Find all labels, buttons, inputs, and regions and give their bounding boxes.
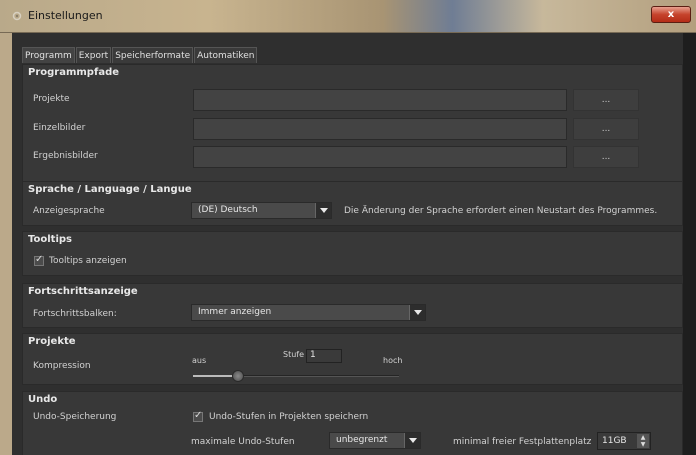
label-einzelbilder: Einzelbilder [33, 123, 86, 133]
section-heading: Fortschrittsanzeige [28, 286, 138, 297]
window-frame-right [683, 33, 696, 455]
window-title: Einstellungen [28, 9, 103, 22]
chevron-down-icon[interactable] [404, 433, 420, 448]
stufe-input[interactable]: 1 [306, 349, 342, 363]
disk-space-spinbox[interactable]: 11GB ▲ ▼ [597, 432, 651, 450]
slider-min-label: aus [192, 356, 207, 365]
label-fortschrittsbalken: Fortschrittsbalken: [33, 309, 117, 319]
max-undo-select[interactable]: unbegrenzt [329, 432, 421, 449]
ergebnisbilder-browse-button[interactable]: ... [573, 146, 639, 168]
disk-space-value: 11GB [602, 436, 627, 446]
einzelbilder-path-field[interactable] [193, 118, 567, 140]
section-heading: Projekte [28, 336, 76, 347]
einzelbilder-browse-button[interactable]: ... [573, 118, 639, 140]
tooltips-checkbox[interactable] [34, 254, 44, 266]
section-undo: Undo Undo-Speicherung Undo-Stufen in Pro… [22, 391, 683, 455]
tooltips-checkbox-label: Tooltips anzeigen [49, 256, 127, 266]
language-select[interactable]: (DE) Deutsch [191, 202, 332, 219]
tab-bar: Programm Export Speicherformate Automati… [22, 47, 258, 63]
chevron-down-icon[interactable] [409, 305, 425, 320]
progress-value: Immer anzeigen [198, 307, 272, 317]
progress-select[interactable]: Immer anzeigen [191, 304, 426, 321]
section-heading: Undo [28, 394, 58, 405]
settings-icon [12, 11, 22, 21]
stufe-label: Stufe [283, 350, 305, 359]
section-sprache: Sprache / Language / Langue Anzeigesprac… [22, 181, 683, 226]
window-frame-left [0, 33, 12, 455]
section-fortschrittsanzeige: Fortschrittsanzeige Fortschrittsbalken: … [22, 283, 683, 328]
max-undo-value: unbegrenzt [336, 435, 388, 445]
tab-programm[interactable]: Programm [22, 47, 75, 63]
label-anzeigesprache: Anzeigesprache [33, 206, 105, 216]
language-note: Die Änderung der Sprache erfordert einen… [344, 206, 658, 216]
chevron-down-icon[interactable] [315, 203, 331, 218]
tab-export[interactable]: Export [75, 47, 112, 63]
title-bar: Einstellungen x [0, 0, 696, 33]
spin-up-icon[interactable]: ▲ [637, 434, 649, 441]
slider-handle[interactable] [232, 370, 244, 382]
label-kompression: Kompression [33, 361, 91, 371]
section-projekte: Projekte Kompression aus Stufe 1 hoch [22, 333, 683, 385]
label-max-undo: maximale Undo-Stufen [191, 437, 295, 447]
projekte-path-field[interactable] [193, 89, 567, 111]
dialog-client: Programm Export Speicherformate Automati… [12, 33, 683, 455]
language-value: (DE) Deutsch [198, 205, 258, 215]
label-disk-space: minimal freier Festplattenplatz [453, 437, 592, 447]
label-projekte: Projekte [33, 94, 70, 104]
close-button[interactable]: x [651, 6, 691, 23]
ergebnisbilder-path-field[interactable] [193, 146, 567, 168]
label-undo-speicherung: Undo-Speicherung [33, 412, 117, 422]
undo-checkbox[interactable] [193, 410, 203, 422]
undo-checkbox-label: Undo-Stufen in Projekten speichern [209, 412, 369, 422]
stufe-value: 1 [310, 350, 316, 360]
label-ergebnisbilder: Ergebnisbilder [33, 151, 98, 161]
section-heading: Tooltips [28, 234, 72, 245]
tab-automatiken[interactable]: Automatiken [194, 47, 258, 63]
slider-max-label: hoch [383, 356, 403, 365]
projekte-browse-button[interactable]: ... [573, 89, 639, 111]
spin-down-icon[interactable]: ▼ [637, 441, 649, 448]
section-tooltips: Tooltips Tooltips anzeigen [22, 231, 683, 276]
tab-speicherformate[interactable]: Speicherformate [112, 47, 194, 63]
section-heading: Programmpfade [28, 67, 120, 78]
section-heading: Sprache / Language / Langue [28, 184, 192, 195]
compression-slider[interactable] [193, 370, 399, 382]
